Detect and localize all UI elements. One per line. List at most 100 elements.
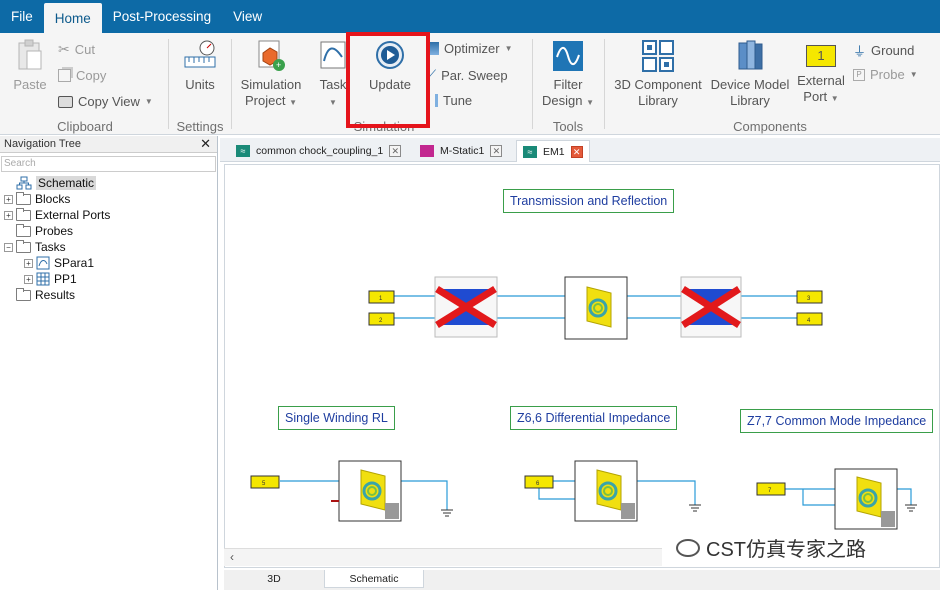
cut-button[interactable]: ✂ Cut	[58, 41, 95, 58]
navigation-tree-panel: Navigation Tree ✕ Search Schematic + Blo…	[0, 136, 218, 590]
group-label-tools: Tools	[552, 119, 584, 134]
folder-icon	[16, 287, 31, 301]
task-button[interactable]: Task ▼	[316, 39, 350, 111]
simulation-project-dropdown-icon: ▼	[289, 98, 297, 107]
ground-icon: ⏚	[853, 44, 867, 59]
sparameter-task-icon	[36, 256, 50, 270]
paste-button[interactable]: Paste	[10, 39, 50, 93]
close-icon[interactable]: ✕	[200, 136, 211, 152]
coil-block-center[interactable]	[564, 276, 628, 340]
scissors-icon: ✂	[58, 41, 70, 57]
tree-item-pp1[interactable]: + PP1	[4, 271, 217, 287]
units-button[interactable]: Units	[180, 39, 220, 93]
probe-button[interactable]: P Probe ▼	[853, 67, 918, 82]
expand-icon[interactable]: +	[4, 194, 13, 204]
crossover-block-right[interactable]	[680, 276, 742, 338]
tree-item-schematic[interactable]: Schematic	[4, 175, 217, 191]
filter-design-button[interactable]: Filter Design ▼	[540, 39, 596, 111]
tab-3d[interactable]: 3D	[224, 570, 324, 588]
external-port-icon: 1	[806, 45, 836, 67]
camera-icon	[58, 95, 73, 108]
close-tab-icon[interactable]: ✕	[570, 145, 583, 158]
port-7[interactable]: 7	[756, 482, 786, 496]
separator	[532, 39, 533, 129]
tune-button[interactable]: Tune	[427, 93, 472, 108]
m-static-icon	[420, 145, 434, 157]
device-model-library-button[interactable]: Device Model Library	[708, 39, 792, 109]
tab-common-chock-coupling[interactable]: ≈ common chock_coupling_1 ✕	[230, 140, 407, 162]
scroll-left-icon[interactable]: ‹	[230, 550, 234, 564]
crossover-block-left[interactable]	[434, 276, 498, 338]
par-sweep-button[interactable]: ⟋ Par. Sweep	[427, 67, 508, 83]
optimizer-button[interactable]: Optimizer ▼	[427, 41, 513, 56]
copy-view-dropdown-icon: ▼	[144, 97, 153, 106]
collapse-icon[interactable]: −	[4, 242, 13, 252]
port-5[interactable]: 5	[250, 475, 280, 489]
tree-item-external-ports[interactable]: + External Ports	[4, 207, 217, 223]
waveguide-icon: ≈	[523, 145, 537, 158]
copy-button[interactable]: Copy	[58, 68, 106, 83]
tab-em1[interactable]: ≈ EM1 ✕	[516, 140, 590, 162]
filter-design-icon	[553, 41, 583, 71]
update-highlight-frame	[346, 32, 430, 128]
wechat-icon	[676, 538, 700, 557]
tab-m-static1[interactable]: M-Static1 ✕	[414, 140, 508, 162]
group-label-settings: Settings	[176, 119, 224, 134]
expand-icon[interactable]: +	[24, 274, 33, 284]
ground-button[interactable]: ⏚ Ground	[853, 41, 914, 60]
coil-block-common-mode[interactable]	[834, 468, 898, 530]
menu-tab-view[interactable]: View	[222, 0, 273, 33]
books-icon	[738, 40, 763, 70]
svg-text:+: +	[276, 60, 281, 70]
component-library-icon	[642, 40, 674, 72]
simulation-project-button[interactable]: + Simulation Project ▼	[238, 39, 304, 111]
coil-block-differential[interactable]	[574, 460, 638, 522]
group-label-clipboard: Clipboard	[57, 119, 113, 134]
task-dropdown-icon: ▼	[329, 98, 337, 107]
schematic-icon	[16, 176, 32, 190]
search-input[interactable]: Search	[1, 156, 216, 172]
external-port-button[interactable]: 1 External Port ▼	[795, 39, 847, 107]
close-tab-icon[interactable]: ✕	[389, 145, 402, 157]
simulation-project-icon: +	[258, 40, 285, 71]
schematic-canvas[interactable]: Transmission and Reflection Single Windi…	[224, 164, 940, 568]
tree-item-probes[interactable]: Probes	[4, 223, 217, 239]
tab-schematic[interactable]: Schematic	[324, 570, 424, 588]
expand-icon[interactable]: +	[24, 258, 33, 268]
close-tab-icon[interactable]: ✕	[490, 145, 503, 157]
ribbon: Paste ✂ Cut Copy Copy View ▼ Clipboard U…	[0, 33, 940, 135]
tree-item-blocks[interactable]: + Blocks	[4, 191, 217, 207]
separator	[231, 39, 232, 129]
folder-icon	[16, 239, 31, 253]
schematic-drawing: 1 2 3 4 5 6 7	[250, 276, 917, 530]
copy-view-button[interactable]: Copy View ▼	[58, 94, 153, 109]
tree-item-tasks[interactable]: − Tasks	[4, 239, 217, 255]
coil-block-single-winding[interactable]	[331, 460, 402, 522]
tree-item-spara1[interactable]: + SPara1	[4, 255, 217, 271]
port-4[interactable]: 4	[796, 312, 823, 326]
post-processing-task-icon	[36, 272, 50, 286]
port-3[interactable]: 3	[796, 290, 823, 304]
port-6[interactable]: 6	[524, 475, 554, 489]
waveguide-icon: ≈	[236, 145, 250, 157]
document-tab-bar: ≈ common chock_coupling_1 ✕ M-Static1 ✕ …	[220, 138, 940, 162]
port-1[interactable]: 1	[368, 290, 395, 304]
paste-icon	[18, 39, 42, 70]
folder-icon	[16, 191, 31, 205]
filter-design-dropdown-icon: ▼	[586, 98, 594, 107]
copy-icon	[58, 69, 71, 82]
menu-tab-post-processing[interactable]: Post-Processing	[102, 0, 222, 33]
port-2[interactable]: 2	[368, 312, 395, 326]
tree: Schematic + Blocks + External Ports Prob…	[4, 175, 217, 303]
3d-component-library-button[interactable]: 3D Component Library	[612, 39, 704, 109]
task-icon	[320, 41, 346, 69]
horizontal-scrollbar[interactable]: ‹	[224, 548, 662, 566]
menu-tab-file[interactable]: File	[0, 0, 44, 33]
menu-tab-home[interactable]: Home	[43, 3, 102, 33]
probe-icon: P	[853, 68, 865, 81]
folder-icon	[16, 223, 31, 237]
tree-item-results[interactable]: Results	[4, 287, 217, 303]
separator	[168, 39, 169, 129]
expand-icon[interactable]: +	[4, 210, 13, 220]
optimizer-dropdown-icon: ▼	[504, 44, 513, 53]
